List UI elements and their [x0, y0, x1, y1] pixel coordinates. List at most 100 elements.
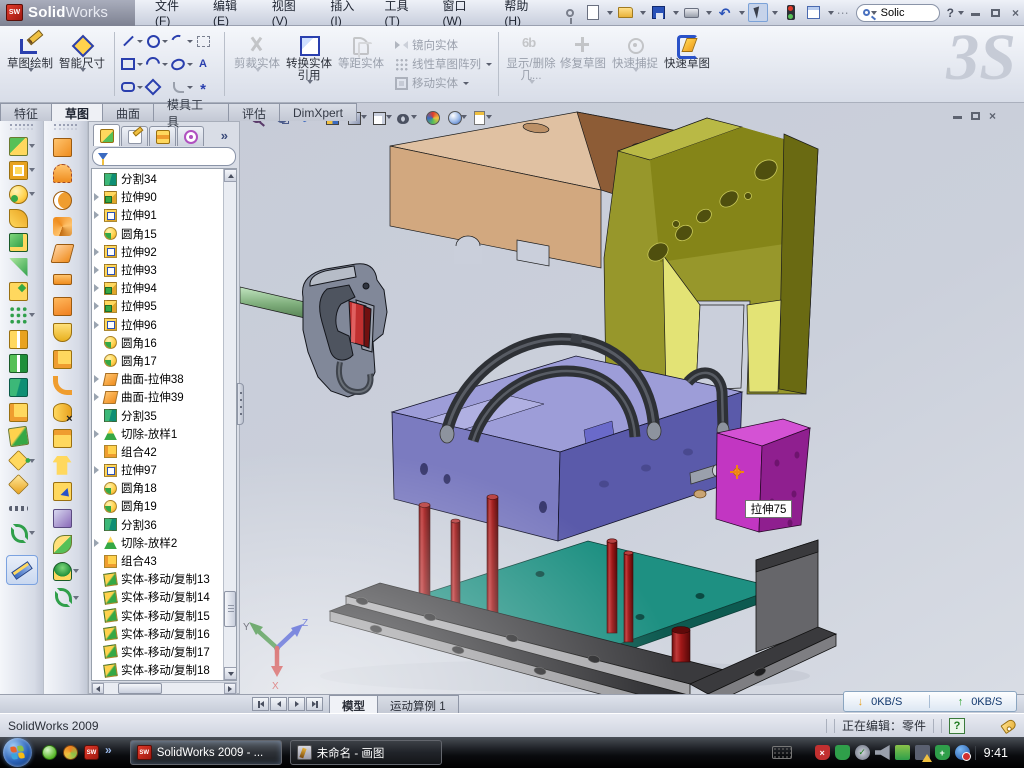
expand-arrow-icon[interactable] [94, 193, 103, 201]
graphics-viewport[interactable]: Y Z X × [240, 103, 1024, 694]
tree-item[interactable]: 切除-放样1 [92, 425, 223, 443]
toolbar-button[interactable] [44, 267, 87, 294]
cm-button[interactable]: 快速草图 [661, 31, 713, 97]
rebuild-button[interactable] [781, 3, 801, 22]
status-help-button[interactable]: ? [949, 718, 965, 734]
scroll-left-button[interactable] [92, 683, 104, 694]
cm-button[interactable]: 修复草图 [557, 31, 609, 97]
panel-tab[interactable] [93, 124, 120, 146]
language-bar-keyboard-icon[interactable] [772, 746, 792, 759]
toolbar-button[interactable] [0, 497, 43, 521]
expand-arrow-icon[interactable] [94, 248, 103, 256]
taskbar-clock[interactable]: 9:41 [975, 746, 1018, 760]
panel-splitter-handle[interactable] [237, 383, 244, 425]
panel-overflow-chevron[interactable]: » [221, 128, 231, 143]
options-dropdown[interactable] [828, 11, 834, 15]
tree-item[interactable]: 组合43 [92, 552, 223, 570]
part-main-block[interactable] [392, 356, 742, 541]
prev-tab-button[interactable] [270, 697, 287, 711]
toolbar-button[interactable] [44, 558, 87, 585]
toolbar-button[interactable] [0, 231, 43, 255]
tree-item[interactable]: 拉伸95 [92, 297, 223, 315]
model-tab[interactable]: 模型 [329, 695, 378, 714]
toolbar-button[interactable] [44, 399, 87, 426]
view-orientation-button[interactable] [372, 108, 392, 126]
scrollbar-thumb[interactable] [118, 683, 162, 694]
cm-stack-button[interactable]: 线性草图阵列 [395, 56, 492, 72]
toolbar-button[interactable] [0, 303, 43, 327]
toolbar-button[interactable] [44, 426, 87, 453]
ribbon-tab[interactable]: 模具工具 [153, 103, 229, 121]
doc-restore-button[interactable] [971, 109, 980, 123]
help-button[interactable]: ? [947, 6, 954, 20]
hide-show-items-button[interactable] [397, 108, 417, 126]
toolbar-grip[interactable] [54, 124, 77, 130]
sketch-entity-button[interactable] [195, 30, 219, 52]
task-button[interactable]: SW SolidWorks 2009 - ... [130, 740, 282, 765]
pin-toolbar-button[interactable] [560, 3, 580, 22]
restore-button[interactable] [987, 6, 1004, 20]
expand-arrow-icon[interactable] [94, 284, 103, 292]
next-tab-button[interactable] [288, 697, 305, 711]
sketch-entity-button[interactable] [195, 76, 219, 98]
tree-item[interactable]: 组合42 [92, 443, 223, 461]
expand-arrow-icon[interactable] [94, 321, 103, 329]
model-tab[interactable]: 运动算例 1 [377, 695, 459, 714]
tree-item[interactable]: 实体-移动/复制16 [92, 625, 223, 643]
doc-minimize-button[interactable] [953, 109, 962, 123]
tree-item[interactable]: 拉伸93 [92, 261, 223, 279]
toolbar-button[interactable] [0, 400, 43, 424]
toolbar-button[interactable] [44, 373, 87, 400]
tree-item[interactable]: 实体-移动/复制13 [92, 570, 223, 588]
print-dropdown[interactable] [706, 11, 712, 15]
expand-arrow-icon[interactable] [94, 266, 103, 274]
expand-arrow-icon[interactable] [94, 393, 103, 401]
expand-arrow-icon[interactable] [94, 302, 103, 310]
toolbar-button[interactable] [0, 424, 43, 448]
expand-arrow-icon[interactable] [94, 375, 103, 383]
part-red-cylinder[interactable] [672, 627, 690, 663]
quick-launch-chevron[interactable]: » [105, 743, 112, 757]
toolbar-button[interactable] [0, 182, 43, 206]
tree-item[interactable]: 实体-移动/复制15 [92, 607, 223, 625]
sketch-entity-button[interactable] [120, 76, 144, 98]
toolbar-button[interactable] [44, 134, 87, 161]
part-clamp-bridge[interactable] [604, 118, 818, 396]
part-gripper[interactable] [303, 264, 387, 397]
sketch-entity-button[interactable] [145, 76, 169, 98]
toolbar-button[interactable] [44, 161, 87, 188]
tree-item[interactable]: 拉伸97 [92, 461, 223, 479]
print-button[interactable] [682, 3, 702, 22]
toolbar-button[interactable] [0, 448, 43, 472]
toolbar-button[interactable] [0, 255, 43, 279]
tree-item[interactable]: 曲面-拉伸39 [92, 388, 223, 406]
cm-stack-button[interactable]: 镜向实体 [395, 37, 492, 53]
edit-appearance-button[interactable] [422, 108, 442, 126]
toolbar-button[interactable] [44, 346, 87, 373]
toolbar-button[interactable] [44, 293, 87, 320]
tree-item[interactable]: 实体-移动/复制18 [92, 661, 223, 679]
cm-button[interactable]: 等距实体 [335, 31, 387, 97]
tree-item[interactable]: 拉伸96 [92, 316, 223, 334]
tray-icon[interactable]: ✓ [855, 745, 870, 760]
measure-button[interactable] [6, 555, 38, 585]
sketch-entity-button[interactable] [170, 76, 194, 98]
toolbar-button[interactable] [0, 376, 43, 400]
toolbar-button[interactable] [44, 240, 87, 267]
tree-item[interactable]: 分割36 [92, 516, 223, 534]
tree-item[interactable]: 拉伸92 [92, 243, 223, 261]
tree-item[interactable]: 圆角17 [92, 352, 223, 370]
minimize-button[interactable] [967, 6, 984, 20]
toolbar-button[interactable] [44, 187, 87, 214]
expand-arrow-icon[interactable] [94, 430, 103, 438]
doc-close-button[interactable]: × [989, 109, 996, 123]
tree-item[interactable]: 切除-放样2 [92, 534, 223, 552]
scroll-down-button[interactable] [224, 667, 237, 680]
toolbar-button[interactable] [0, 279, 43, 303]
tag-icon[interactable] [1000, 717, 1017, 733]
tree-item[interactable]: 圆角18 [92, 479, 223, 497]
options-button[interactable] [804, 3, 824, 22]
toolbar-button[interactable] [0, 134, 43, 158]
tree-item[interactable]: 拉伸94 [92, 279, 223, 297]
toolbar-button[interactable] [0, 328, 43, 352]
